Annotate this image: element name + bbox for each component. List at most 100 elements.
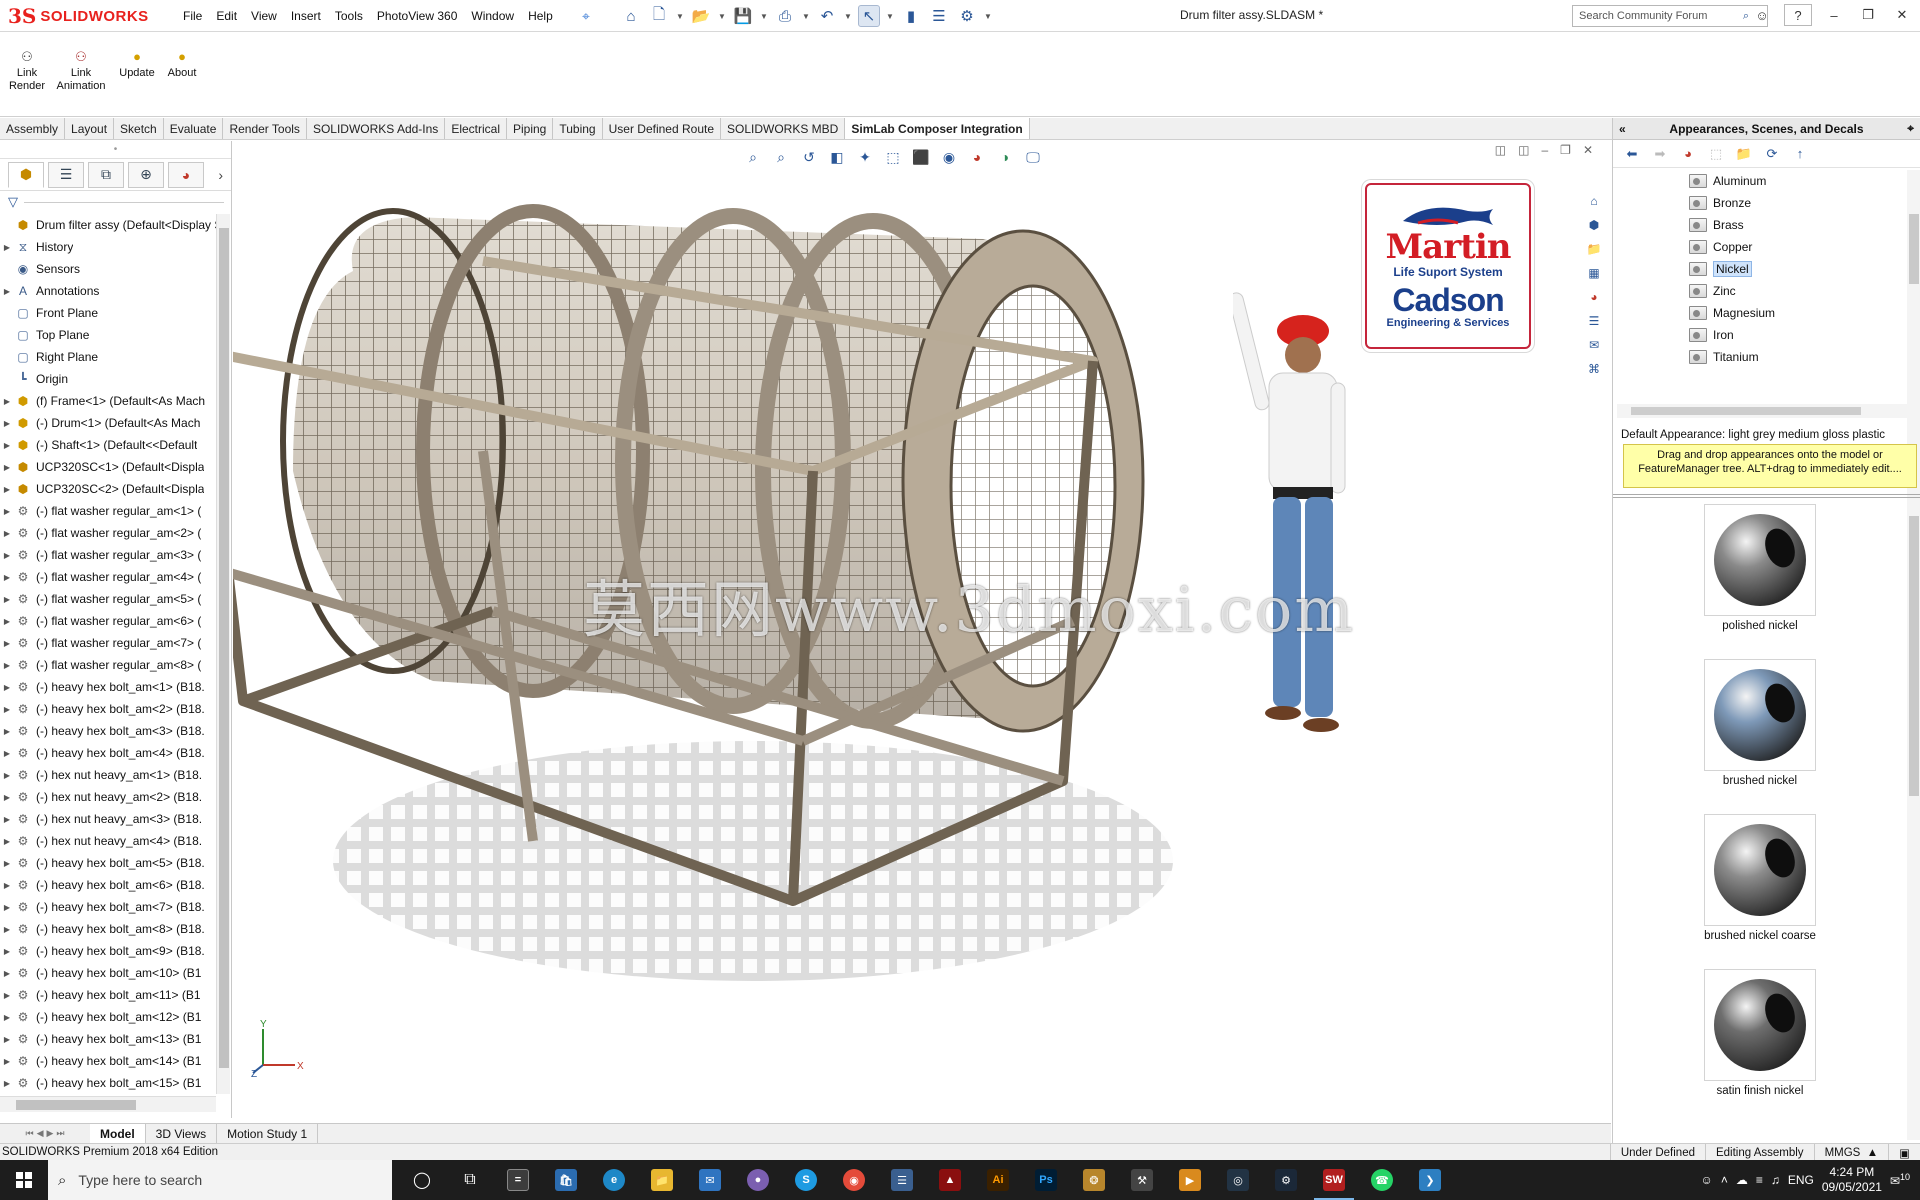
illustrator-icon[interactable]: Ai [974, 1160, 1022, 1200]
swatch-preview-sphere[interactable] [1704, 659, 1816, 771]
forward-arrow-icon[interactable]: ➡ [1651, 145, 1669, 163]
dimxpert-tab-icon[interactable]: ⊕ [128, 161, 164, 188]
tree-item[interactable]: ▶ ⬢ UCP320SC<2> (Default<Displa [0, 478, 216, 500]
adobe-red-app-icon[interactable]: ▲ [926, 1160, 974, 1200]
minimize-button[interactable]: – [1822, 4, 1846, 26]
edge-icon[interactable]: e [590, 1160, 638, 1200]
undo-dropdown-icon[interactable]: ▼ [844, 5, 852, 27]
app-sphere-icon[interactable]: ● [734, 1160, 782, 1200]
tree-item[interactable]: ▶ ⚙ (-) flat washer regular_am<8> ( [0, 654, 216, 676]
expand-arrow-icon[interactable]: ▶ [0, 617, 14, 626]
update-button[interactable]: ● Update [116, 47, 158, 80]
tree-item[interactable]: ▶ ⚙ (-) hex nut heavy_am<1> (B18. [0, 764, 216, 786]
folder-item[interactable]: Titanium [1613, 346, 1907, 368]
expand-arrow-icon[interactable]: ▶ [0, 1079, 14, 1088]
tree-item[interactable]: ▶ ⚙ (-) heavy hex bolt_am<7> (B18. [0, 896, 216, 918]
tree-item[interactable]: ▢ Right Plane [0, 346, 216, 368]
tab-user-defined-route[interactable]: User Defined Route [603, 118, 721, 139]
expand-arrow-icon[interactable]: ▶ [0, 529, 14, 538]
expand-arrow-icon[interactable]: ▶ [0, 1013, 14, 1022]
file-explorer-icon[interactable]: 📁 [638, 1160, 686, 1200]
file-explorer-icon[interactable]: 📁 [1583, 239, 1605, 259]
folder-list-hscrollbar[interactable] [1617, 404, 1907, 418]
tree-item[interactable]: ▶ ⚙ (-) flat washer regular_am<3> ( [0, 544, 216, 566]
folder-scroll-thumb[interactable] [1909, 214, 1919, 284]
options-gear-icon[interactable]: ⚙ [956, 5, 978, 27]
menu-view[interactable]: View [244, 9, 284, 23]
folder-item[interactable]: Zinc [1613, 280, 1907, 302]
traffic-light-icon[interactable]: ▮ [900, 5, 922, 27]
folder-item[interactable]: Nickel [1613, 258, 1907, 280]
tree-item[interactable]: ▢ Top Plane [0, 324, 216, 346]
store-icon[interactable]: 🛍 [542, 1160, 590, 1200]
menu-edit[interactable]: Edit [209, 9, 244, 23]
tab-layout[interactable]: Layout [65, 118, 115, 139]
expand-arrow-icon[interactable]: ▶ [0, 419, 14, 428]
folder-item[interactable]: Copper [1613, 236, 1907, 258]
folder-hscroll-thumb[interactable] [1631, 407, 1861, 415]
tree-item[interactable]: ▶ ⚙ (-) heavy hex bolt_am<4> (B18. [0, 742, 216, 764]
media-player-icon[interactable]: ▶ [1166, 1160, 1214, 1200]
folder-item[interactable]: Iron [1613, 324, 1907, 346]
tree-item[interactable]: ▶ ⚙ (-) flat washer regular_am<4> ( [0, 566, 216, 588]
tree-item[interactable]: ▶ ⚙ (-) hex nut heavy_am<2> (B18. [0, 786, 216, 808]
start-button[interactable] [0, 1160, 48, 1200]
status-bar-options-icon[interactable]: ▣ [1888, 1144, 1920, 1161]
user-account-icon[interactable]: ☺ [1750, 4, 1774, 26]
save-icon[interactable]: 💾 [732, 5, 754, 27]
expand-arrow-icon[interactable]: ▶ [0, 639, 14, 648]
swatch-scroll-thumb[interactable] [1909, 516, 1919, 796]
menu-insert[interactable]: Insert [284, 9, 328, 23]
tab-simlab-composer[interactable]: SimLab Composer Integration [845, 118, 1030, 139]
menu-photoview[interactable]: PhotoView 360 [370, 9, 465, 23]
tree-item[interactable]: ▶ ⚙ (-) flat washer regular_am<5> ( [0, 588, 216, 610]
save-dropdown-icon[interactable]: ▼ [760, 5, 768, 27]
app-arrow-icon[interactable]: ❯ [1406, 1160, 1454, 1200]
calculator-icon[interactable]: = [494, 1160, 542, 1200]
folder-item[interactable]: Brass [1613, 214, 1907, 236]
mail-icon[interactable]: ✉ [686, 1160, 734, 1200]
expand-arrow-icon[interactable]: ▶ [0, 661, 14, 670]
tree-item[interactable]: ▶ ⚙ (-) heavy hex bolt_am<3> (B18. [0, 720, 216, 742]
tab-navigation-arrows[interactable]: ⏮ ◀ ▶ ⏭ [0, 1124, 90, 1143]
tree-item[interactable]: ▶ ⚙ (-) heavy hex bolt_am<2> (B18. [0, 698, 216, 720]
tab-sketch[interactable]: Sketch [114, 118, 164, 139]
link-animation-button[interactable]: ⚇ Link Animation [54, 47, 108, 93]
skype-icon[interactable]: S [782, 1160, 830, 1200]
tab-evaluate[interactable]: Evaluate [164, 118, 224, 139]
property-manager-tab-icon[interactable]: ☰ [48, 161, 84, 188]
expand-arrow-icon[interactable]: ▶ [0, 749, 14, 758]
folder-item[interactable]: Aluminum [1613, 170, 1907, 192]
tree-root[interactable]: ⬢ Drum filter assy (Default<Display St [0, 214, 216, 236]
menu-window[interactable]: Window [464, 9, 521, 23]
open-dropdown-icon[interactable]: ▼ [718, 5, 726, 27]
unit-system[interactable]: MMGS ▲ [1813, 1144, 1889, 1161]
tree-item[interactable]: ▶ ⚙ (-) heavy hex bolt_am<8> (B18. [0, 918, 216, 940]
tab-electrical[interactable]: Electrical [445, 118, 507, 139]
expand-arrow-icon[interactable]: ▶ [0, 947, 14, 956]
refresh-icon[interactable]: ⟳ [1763, 145, 1781, 163]
tree-item[interactable]: ┗ Origin [0, 368, 216, 390]
expand-arrow-icon[interactable]: ▶ [0, 1057, 14, 1066]
filter-icon[interactable]: ▽ [8, 194, 18, 210]
tab-assembly[interactable]: Assembly [0, 118, 66, 139]
next-tab-icon[interactable]: ▶ [47, 1128, 54, 1139]
folder-item[interactable]: Tungsten [1613, 368, 1907, 370]
show-hidden-icons-icon[interactable]: ˄ [1721, 1173, 1728, 1187]
print-icon[interactable]: ⎙ [774, 5, 796, 27]
expand-arrow-icon[interactable]: ▶ [0, 243, 14, 252]
tree-item[interactable]: ▶ ⚙ (-) heavy hex bolt_am<10> (B1 [0, 962, 216, 984]
configuration-manager-tab-icon[interactable]: ⧉ [88, 161, 124, 188]
tree-item[interactable]: ▶ ⚙ (-) heavy hex bolt_am<13> (B1 [0, 1028, 216, 1050]
tree-item[interactable]: ▶ ⚙ (-) flat washer regular_am<1> ( [0, 500, 216, 522]
tab-render-tools[interactable]: Render Tools [223, 118, 307, 139]
appearance-swatch[interactable]: polished nickel [1613, 504, 1907, 634]
app-lens-icon[interactable]: ◎ [1214, 1160, 1262, 1200]
more-tabs-chevron-icon[interactable]: › [218, 167, 223, 183]
network-icon[interactable]: ≡ [1756, 1173, 1763, 1187]
solidworks-forum-icon[interactable]: ✉ [1583, 335, 1605, 355]
link-render-button[interactable]: ⚇ Link Render [8, 47, 46, 93]
new-folder-icon[interactable]: 📁 [1735, 145, 1753, 163]
tab-addins[interactable]: SOLIDWORKS Add-Ins [307, 118, 446, 139]
tree-item[interactable]: ▶ ⬢ UCP320SC<1> (Default<Displa [0, 456, 216, 478]
